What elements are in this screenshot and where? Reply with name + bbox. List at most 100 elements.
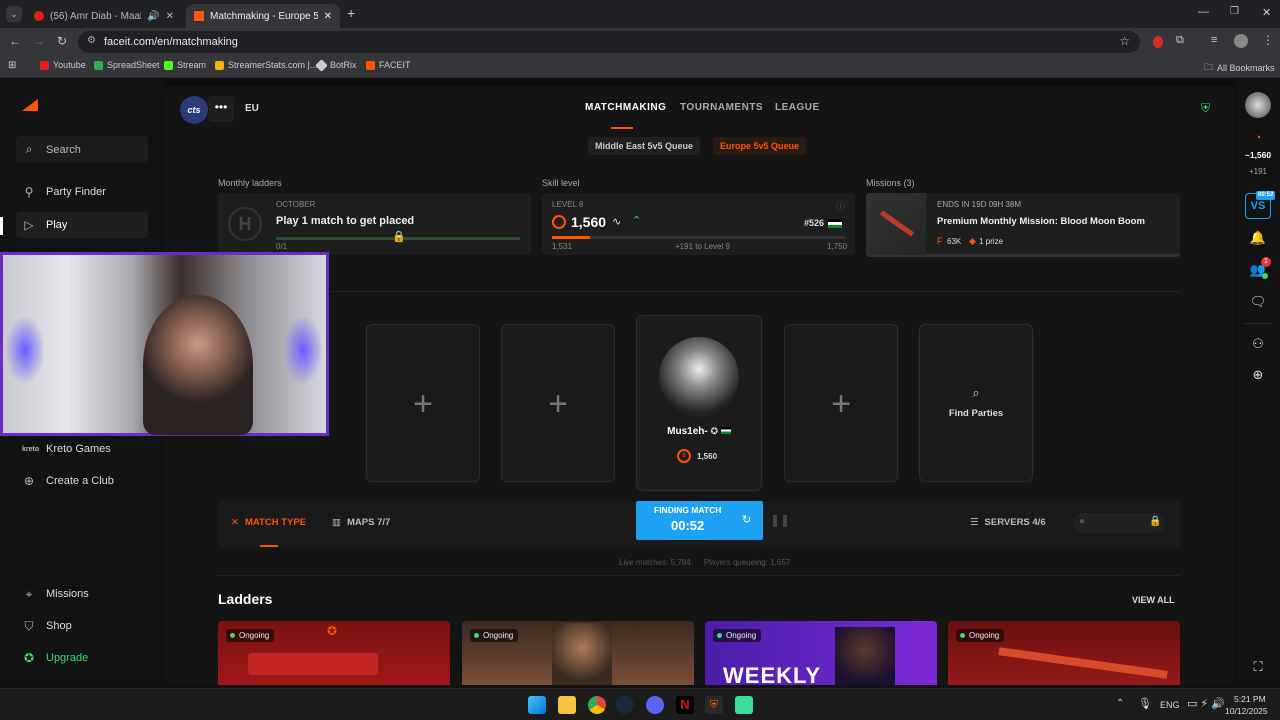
player-name: Mus1eh- [667, 426, 708, 437]
tray-icons[interactable]: ▭⚡🔊 [1187, 697, 1228, 710]
nav-missions[interactable]: ⌖ Missions [16, 581, 148, 607]
friends-icon[interactable]: 👥 [1236, 262, 1280, 278]
level-gauge-icon [552, 215, 566, 229]
ladder-card[interactable]: Ongoing [462, 621, 694, 685]
search-button[interactable]: ⌕ Search [16, 136, 148, 163]
elo-to-next: +191 to Level 9 [675, 242, 730, 251]
maps-button[interactable]: ▥ MAPS 7/7 [332, 517, 390, 528]
user-avatar[interactable] [1245, 92, 1271, 118]
nav-party-finder[interactable]: ⚲ Party Finder [16, 179, 148, 205]
add-icon[interactable]: ⊕ [1236, 367, 1280, 383]
steam-icon[interactable] [616, 696, 634, 714]
ladder-card[interactable]: Ongoing [948, 621, 1180, 685]
tab-league[interactable]: LEAGUE [775, 102, 820, 113]
bookmark-botrix[interactable]: BotRix [315, 58, 357, 72]
locked-toggle[interactable]: ● 🔒 [1073, 513, 1165, 533]
new-tab-icon[interactable]: + [347, 5, 355, 21]
queue-europe[interactable]: Europe 5v5 Queue [713, 137, 807, 155]
star-icon[interactable]: ☆ [1119, 34, 1130, 48]
menu-icon[interactable]: ⋮ [1262, 33, 1274, 47]
ladder-card[interactable]: Ongoing WEEKLY [705, 621, 937, 685]
forward-icon[interactable]: → [33, 34, 45, 48]
more-icon[interactable]: ••• [208, 96, 234, 122]
start-icon[interactable] [528, 696, 546, 714]
find-parties-button[interactable]: ⌕ Find Parties [919, 324, 1033, 482]
queue-middle-east[interactable]: Middle East 5v5 Queue [588, 137, 701, 155]
extensions-icon[interactable]: ⧉ [1176, 34, 1184, 47]
faceit-bottom-icon[interactable]: ⛶ [1236, 659, 1280, 675]
tab-faceit[interactable]: Matchmaking - Europe 5v5 Que ✕ [186, 4, 340, 28]
nav-shop[interactable]: ⛉ Shop [16, 613, 148, 639]
plus-icon: + [413, 385, 433, 423]
mic-icon[interactable]: 🎙 [1138, 697, 1152, 710]
player-card[interactable]: Mus1eh- ✪ 8 1,560 [636, 315, 762, 491]
view-all-link[interactable]: VIEW ALL [1132, 595, 1175, 605]
invite-slot[interactable]: + [501, 324, 615, 482]
nav-create-club[interactable]: ⊕ Create a Club [16, 468, 148, 494]
minimize-icon[interactable]: — [1198, 6, 1209, 18]
ladder-card[interactable]: Ongoing ✪ [218, 621, 450, 685]
profile-avatar-icon[interactable] [1234, 34, 1248, 48]
pause-icon[interactable]: ❚❚ [770, 513, 790, 527]
info-icon[interactable]: ⓘ [836, 199, 845, 212]
mission-card[interactable]: ENDS IN 19D 09H 38M Premium Monthly Miss… [866, 193, 1180, 257]
language[interactable]: ENG [1160, 700, 1180, 710]
nav-play[interactable]: ▷ Play [16, 212, 148, 238]
invite-slot[interactable]: + [784, 324, 898, 482]
bookmark-streamerstats[interactable]: StreamerStats.com |... [215, 60, 317, 70]
tab-youtube[interactable]: (56) Amr Diab - Maak Alby 🔊 ✕ [26, 4, 182, 28]
restore-icon[interactable]: ❐ [1230, 6, 1239, 17]
close-tab-icon[interactable]: ✕ [166, 11, 174, 22]
extension-red-icon[interactable] [1153, 36, 1163, 48]
plus-icon: + [831, 385, 851, 423]
finding-match-button[interactable]: FINDING MATCH 00:52 ↻ [636, 501, 763, 540]
speaker-icon[interactable]: 🔊 [147, 11, 159, 22]
vs-queue-button[interactable]: VS 00:52 [1245, 191, 1276, 219]
netflix-icon[interactable]: N [676, 696, 694, 714]
tab-matchmaking[interactable]: MATCHMAKING [585, 102, 666, 113]
player-image [835, 627, 895, 685]
level-label: LEVEL 8 [552, 200, 584, 209]
invite-slot[interactable]: + [366, 324, 480, 482]
bookmark-youtube[interactable]: Youtube [40, 60, 86, 70]
file-explorer-icon[interactable] [558, 696, 576, 714]
bookmark-stream[interactable]: Stream [164, 60, 206, 70]
monthly-ladder-card[interactable]: H OCTOBER Play 1 match to get placed 🔒 0… [218, 193, 531, 255]
all-bookmarks[interactable]: 🗀 All Bookmarks [1204, 60, 1275, 76]
reload-icon[interactable]: ↻ [57, 34, 67, 48]
servers-button[interactable]: ☰ SERVERS 4/6 [970, 517, 1046, 528]
upgrade-star-icon: ✪ [23, 651, 35, 665]
nav-kreto-games[interactable]: kreto Kreto Games [16, 436, 148, 462]
faceit-ac-icon[interactable]: ⛨ [705, 696, 723, 714]
site-info-icon[interactable]: ⚙ [87, 35, 96, 46]
back-icon[interactable]: ← [9, 34, 21, 48]
tab-search-icon[interactable]: ⌄ [6, 6, 22, 22]
monthly-title: Play 1 match to get placed [276, 215, 415, 227]
url-input[interactable]: ⚙ faceit.com/en/matchmaking ☆ [78, 31, 1140, 53]
tray-chevron-icon[interactable]: ⌃ [1116, 698, 1124, 709]
match-type-button[interactable]: ✕ MATCH TYPE [231, 517, 306, 528]
bookmark-faceit[interactable]: FACEIT [366, 60, 411, 70]
chrome-icon[interactable] [588, 696, 606, 714]
bookmark-spreadsheet[interactable]: SpreadSheet [94, 60, 160, 70]
notifications-icon[interactable]: 🔔 [1236, 230, 1280, 246]
chat-icon[interactable]: 🗨 [1236, 294, 1280, 310]
find-parties-label: Find Parties [948, 408, 1004, 419]
shield-icon[interactable]: ⛨ [1201, 101, 1210, 116]
weekly-text: WEEKLY [723, 663, 822, 685]
close-window-icon[interactable]: ✕ [1262, 6, 1271, 19]
tab-tournaments[interactable]: TOURNAMENTS [680, 102, 763, 113]
verified-icon: ✪ [710, 426, 719, 436]
apps-icon[interactable]: ⊞ [8, 60, 16, 71]
vs-timer: 00:52 [1256, 191, 1276, 200]
discord-icon[interactable] [646, 696, 664, 714]
party-icon[interactable]: ⚇ [1236, 336, 1280, 352]
app-icon[interactable] [735, 696, 753, 714]
game-badge[interactable]: cts [180, 96, 208, 124]
media-icon[interactable]: ≡ [1211, 34, 1217, 46]
status-label: Ongoing [239, 631, 270, 640]
nav-upgrade[interactable]: ✪ Upgrade [16, 645, 148, 671]
close-tab-icon[interactable]: ✕ [324, 11, 332, 22]
skill-level-card[interactable]: LEVEL 8 ⓘ 1,560 ∿ ⌃ #526 1,531 +191 to L… [542, 193, 855, 255]
faceit-logo-icon[interactable] [22, 99, 38, 111]
